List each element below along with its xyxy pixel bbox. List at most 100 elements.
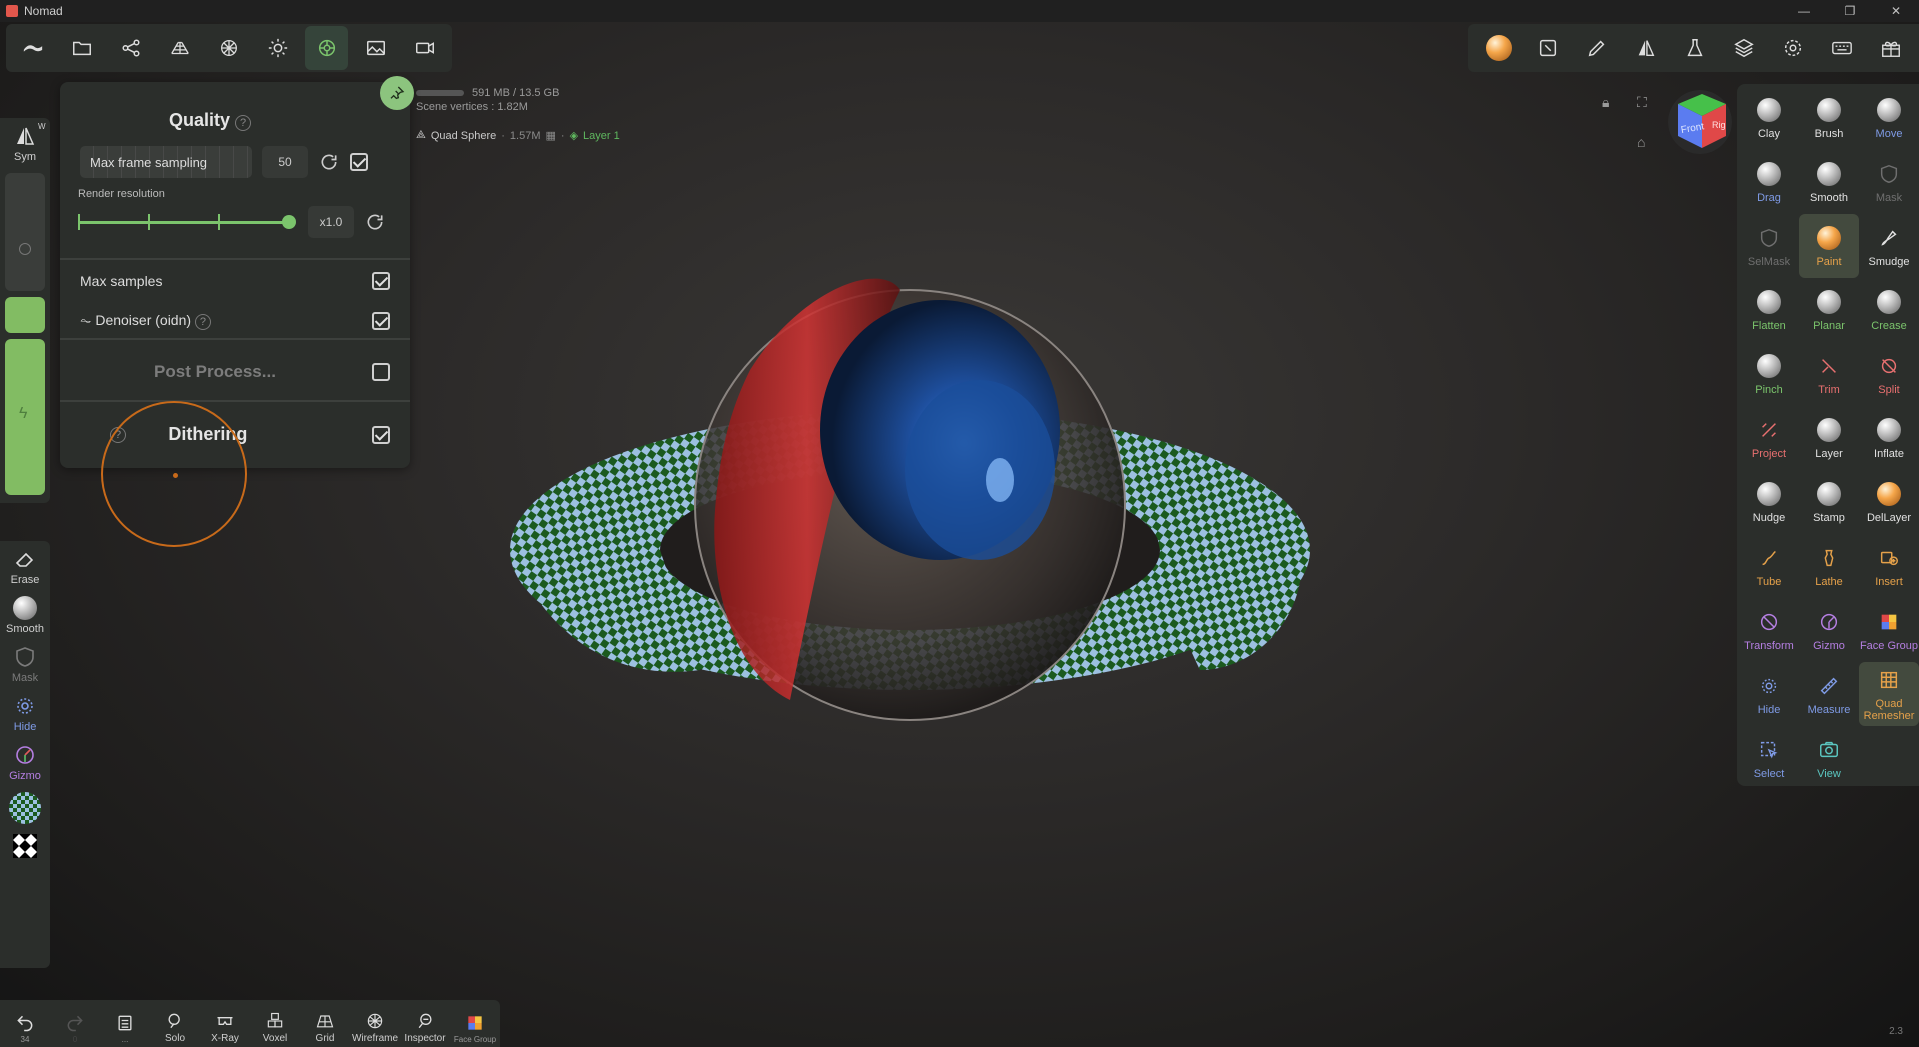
stroke-icon[interactable]	[1575, 26, 1619, 70]
reset-icon[interactable]	[364, 211, 386, 233]
tool-select[interactable]: Select	[1739, 726, 1799, 790]
symmetry-toggle[interactable]: Sym W	[0, 118, 50, 167]
minimize-icon[interactable]: —	[1781, 0, 1827, 22]
max-frame-sampling-slider[interactable]: Max frame sampling	[80, 146, 252, 178]
tool-stamp[interactable]: Stamp	[1799, 470, 1859, 534]
inspector-button[interactable]: Inspector	[400, 1011, 450, 1044]
post-process-label[interactable]: Post Process...	[80, 362, 350, 382]
topology-icon[interactable]	[159, 26, 202, 70]
tool-move[interactable]: Move	[1859, 86, 1919, 150]
flask-icon[interactable]	[1673, 26, 1717, 70]
close-icon[interactable]: ✕	[1873, 0, 1919, 22]
pin-button[interactable]	[380, 76, 414, 110]
symmetry-icon[interactable]	[1624, 26, 1668, 70]
image-icon[interactable]	[354, 26, 397, 70]
home-icon[interactable]: ⌂	[1637, 134, 1645, 150]
tool-hide[interactable]: Hide	[1739, 662, 1799, 726]
layers-icon[interactable]	[1722, 26, 1766, 70]
alpha-preview[interactable]	[0, 828, 50, 865]
intensity-slider[interactable]: ϟ	[5, 339, 45, 495]
tool-paint[interactable]: Paint	[1799, 214, 1859, 278]
help-icon[interactable]: ?	[194, 314, 211, 330]
view-cube[interactable]: Front Rig	[1668, 90, 1732, 154]
max-frame-sampling-checkbox[interactable]	[350, 153, 368, 171]
scene-graph-icon[interactable]	[110, 26, 153, 70]
face-group-button[interactable]: Face Group	[450, 1013, 500, 1044]
tool-lathe[interactable]: Lathe	[1799, 534, 1859, 598]
tool-crease[interactable]: Crease	[1859, 278, 1919, 342]
hide-tool[interactable]: Hide	[0, 688, 50, 737]
folder-icon[interactable]	[61, 26, 104, 70]
lock-icon[interactable]: 🔒︎	[1602, 94, 1609, 111]
tool-inflate[interactable]: Inflate	[1859, 406, 1919, 470]
tool-flatten[interactable]: Flatten	[1739, 278, 1799, 342]
undo-button[interactable]: 34	[0, 1013, 50, 1044]
list-button[interactable]: ...	[100, 1013, 150, 1044]
tool-split[interactable]: Split	[1859, 342, 1919, 406]
active-object-line[interactable]: ⟁ Quad Sphere · 1.57M ▦ · ◈ Layer 1	[416, 129, 620, 142]
radius-slider[interactable]	[5, 173, 45, 291]
slider-knob[interactable]	[282, 215, 296, 229]
tool-quad-remesher[interactable]: Quad Remesher	[1859, 662, 1919, 726]
render-quality-icon[interactable]	[305, 26, 349, 70]
restore-icon[interactable]: ❐	[1827, 0, 1873, 22]
tool-gizmo[interactable]: Gizmo	[1799, 598, 1859, 662]
tool-insert[interactable]: Insert	[1859, 534, 1919, 598]
post-process-row[interactable]: Post Process...	[80, 362, 390, 382]
fullscreen-icon[interactable]: ⛶	[1637, 94, 1647, 111]
intensity-pill[interactable]	[5, 297, 45, 333]
tool-planar[interactable]: Planar	[1799, 278, 1859, 342]
tool-mask[interactable]: Mask	[1859, 150, 1919, 214]
post-process-checkbox[interactable]	[372, 363, 390, 381]
nomad-logo-icon[interactable]	[12, 26, 55, 70]
redo-button[interactable]: 0	[50, 1013, 100, 1044]
tool-transform[interactable]: Transform	[1739, 598, 1799, 662]
gift-icon[interactable]	[1869, 26, 1913, 70]
denoiser-checkbox[interactable]	[372, 312, 390, 330]
tool-brush[interactable]: Brush	[1799, 86, 1859, 150]
tool-project[interactable]: Project	[1739, 406, 1799, 470]
gizmo-tool[interactable]: Gizmo	[0, 737, 50, 786]
tool-view[interactable]: View	[1799, 726, 1859, 790]
tool-pinch[interactable]: Pinch	[1739, 342, 1799, 406]
render-resolution-value[interactable]: x1.0	[308, 206, 354, 238]
mask-tool[interactable]: Mask	[0, 639, 50, 688]
voxel-button[interactable]: Voxel	[250, 1011, 300, 1044]
tool-smooth[interactable]: Smooth	[1799, 150, 1859, 214]
max-samples-checkbox[interactable]	[372, 272, 390, 290]
tool-layer[interactable]: Layer	[1799, 406, 1859, 470]
grid-button[interactable]: Grid	[300, 1011, 350, 1044]
wireframe-button[interactable]: Wireframe	[350, 1011, 400, 1044]
help-icon[interactable]: ?	[235, 115, 252, 131]
camera-icon[interactable]	[403, 26, 446, 70]
tool-dellayer[interactable]: DelLayer	[1859, 470, 1919, 534]
tool-selmask[interactable]: SelMask	[1739, 214, 1799, 278]
material-icon[interactable]	[208, 26, 251, 70]
tool-trim[interactable]: Trim	[1799, 342, 1859, 406]
max-frame-sampling-value[interactable]: 50	[262, 146, 308, 178]
dithering-checkbox[interactable]	[371, 425, 390, 444]
solo-button[interactable]: Solo	[150, 1011, 200, 1044]
tool-face-group[interactable]: Face Group	[1859, 598, 1919, 662]
tool-drag[interactable]: Drag	[1739, 150, 1799, 214]
keyboard-icon[interactable]	[1820, 26, 1864, 70]
xray-button[interactable]: X-Ray	[200, 1011, 250, 1044]
tool-tube[interactable]: Tube	[1739, 534, 1799, 598]
light-icon[interactable]	[256, 26, 299, 70]
tool-label: Project	[1751, 448, 1787, 460]
tool-nudge[interactable]: Nudge	[1739, 470, 1799, 534]
tool-clay[interactable]: Clay	[1739, 86, 1799, 150]
matcap-ball-icon[interactable]	[1477, 26, 1521, 70]
material-preview[interactable]	[0, 786, 50, 828]
viewport-scene[interactable]	[500, 250, 1340, 790]
render-resolution-slider[interactable]	[78, 210, 296, 234]
tool-measure[interactable]: Measure	[1799, 662, 1859, 726]
reset-icon[interactable]	[318, 151, 340, 173]
tool-label: Tube	[1756, 576, 1782, 588]
erase-tool[interactable]: Erase	[0, 541, 50, 590]
tool-label: Inflate	[1874, 448, 1904, 460]
frame-icon[interactable]	[1526, 26, 1570, 70]
tool-smudge[interactable]: Smudge	[1859, 214, 1919, 278]
settings-icon[interactable]	[1771, 26, 1815, 70]
smooth-tool[interactable]: Smooth	[0, 590, 50, 639]
